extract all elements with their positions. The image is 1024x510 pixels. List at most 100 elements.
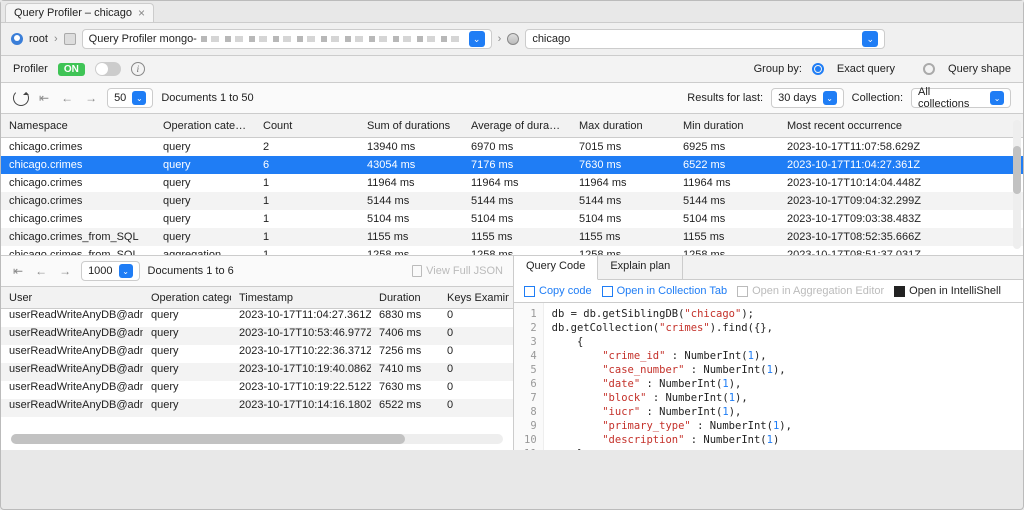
code-actions-bar: Copy code Open in Collection Tab Open in…: [514, 280, 1023, 303]
next-page-button[interactable]: →: [83, 91, 99, 105]
profiler-label: Profiler: [13, 63, 48, 75]
connection-select[interactable]: Query Profiler mongo- ⌄: [82, 29, 492, 49]
table-row[interactable]: chicago.crimes_from_SQLquery11155 ms1155…: [1, 228, 1023, 246]
table-row[interactable]: chicago.crimesquery15144 ms5144 ms5144 m…: [1, 192, 1023, 210]
open-intellishell-button[interactable]: Open in IntelliShell: [894, 285, 1001, 297]
code-panel: Query Code Explain plan Copy code Open i…: [514, 256, 1023, 450]
prev-page-button[interactable]: ←: [59, 91, 75, 105]
detail-panel: ⇤ ← → 1000 ⌄ Documents 1 to 6 View Full …: [1, 256, 514, 450]
refresh-icon[interactable]: [13, 90, 29, 106]
detail-page-size-select[interactable]: 1000 ⌄: [81, 261, 139, 281]
table-row[interactable]: userReadWriteAnyDB@adminquery2023-10-17T…: [1, 363, 513, 381]
th-namespace[interactable]: Namespace: [1, 120, 155, 132]
server-icon: [64, 33, 76, 45]
document-icon: [412, 265, 422, 277]
code-content[interactable]: db = db.getSiblingDB("chicago"); db.getC…: [544, 303, 1023, 450]
chevron-right-icon: ›: [498, 33, 502, 45]
first-page-button[interactable]: ⇤: [11, 264, 25, 278]
doc-count: Documents 1 to 50: [161, 92, 253, 104]
breadcrumb-user[interactable]: root: [29, 33, 48, 45]
collection-value: All collections: [918, 86, 984, 110]
table-row[interactable]: userReadWriteAnyDB@adminquery2023-10-17T…: [1, 399, 513, 417]
chevron-down-icon[interactable]: ⌄: [119, 264, 133, 278]
table-row[interactable]: chicago.crimesquery643054 ms7176 ms7630 …: [1, 156, 1023, 174]
redacted-text: [201, 36, 465, 42]
results-last-select[interactable]: 30 days ⌄: [771, 88, 844, 108]
th-opcat[interactable]: Operation category: [155, 120, 255, 132]
detail-split: ⇤ ← → 1000 ⌄ Documents 1 to 6 View Full …: [1, 256, 1023, 450]
detail-doc-count: Documents 1 to 6: [148, 265, 234, 277]
collection-label: Collection:: [852, 92, 903, 104]
detail-page-size: 1000: [88, 265, 112, 277]
tab-query-code[interactable]: Query Code: [514, 256, 598, 280]
chevron-down-icon[interactable]: ⌄: [990, 91, 1004, 105]
profiler-toolbar: Profiler ON i Group by: Exact query Quer…: [1, 56, 1023, 83]
table-header: Namespace Operation category Count Sum o…: [1, 114, 1023, 138]
th-opcat[interactable]: Operation category: [143, 292, 231, 304]
th-user[interactable]: User: [1, 292, 143, 304]
table-row[interactable]: chicago.crimesquery111964 ms11964 ms1196…: [1, 174, 1023, 192]
radio-exact-query[interactable]: [812, 63, 824, 75]
results-last-value: 30 days: [778, 92, 817, 104]
th-max[interactable]: Max duration: [571, 120, 675, 132]
user-icon: [11, 33, 23, 45]
profiler-toggle[interactable]: [95, 62, 121, 76]
chevron-down-icon[interactable]: ⌄: [132, 91, 146, 105]
radio-exact-label[interactable]: Exact query: [837, 63, 895, 75]
prev-page-button[interactable]: ←: [33, 264, 49, 278]
page-size-select[interactable]: 50 ⌄: [107, 88, 153, 108]
table-row[interactable]: userReadWriteAnyDB@adminquery2023-10-17T…: [1, 345, 513, 363]
view-full-json-label: View Full JSON: [426, 265, 503, 277]
horizontal-scrollbar[interactable]: [11, 434, 503, 444]
collection-select[interactable]: All collections ⌄: [911, 88, 1011, 108]
copy-code-button[interactable]: Copy code: [524, 285, 592, 297]
chevron-down-icon[interactable]: ⌄: [469, 31, 485, 47]
database-value: chicago: [532, 33, 570, 45]
window-tabbar: Query Profiler – chicago ×: [1, 1, 1023, 23]
copy-icon: [524, 286, 535, 297]
database-select[interactable]: chicago ⌄: [525, 29, 885, 49]
profiler-on-badge: ON: [58, 63, 85, 76]
th-ts[interactable]: Timestamp: [231, 292, 371, 304]
th-avg[interactable]: Average of durations: [463, 120, 571, 132]
table-row[interactable]: userReadWriteAnyDB@adminquery2023-10-17T…: [1, 309, 513, 327]
table-row[interactable]: chicago.crimesquery213940 ms6970 ms7015 …: [1, 138, 1023, 156]
tab-explain-plan[interactable]: Explain plan: [598, 256, 683, 279]
table-row[interactable]: userReadWriteAnyDB@adminquery2023-10-17T…: [1, 381, 513, 399]
th-dur[interactable]: Duration: [371, 292, 439, 304]
th-keys[interactable]: Keys Examined: [439, 292, 509, 304]
main-filterbar: ⇤ ← → 50 ⌄ Documents 1 to 50 Results for…: [1, 83, 1023, 114]
line-gutter: 1 2 3 4 5 6 7 8 9 10 11 12 13 14 15: [514, 303, 544, 450]
radio-query-shape[interactable]: [923, 63, 935, 75]
radio-shape-label[interactable]: Query shape: [948, 63, 1011, 75]
close-icon[interactable]: ×: [138, 7, 145, 19]
detail-toolbar: ⇤ ← → 1000 ⌄ Documents 1 to 6 View Full …: [1, 256, 513, 287]
chevron-down-icon[interactable]: ⌄: [862, 31, 878, 47]
vertical-scrollbar[interactable]: [1013, 120, 1021, 249]
table-row[interactable]: chicago.crimes_from_SQLaggregation11258 …: [1, 246, 1023, 256]
code-tabs: Query Code Explain plan: [514, 256, 1023, 280]
view-full-json-button[interactable]: View Full JSON: [412, 265, 503, 277]
next-page-button[interactable]: →: [57, 264, 73, 278]
th-min[interactable]: Min duration: [675, 120, 779, 132]
th-recent[interactable]: Most recent occurrence: [779, 120, 987, 132]
collection-icon: [602, 286, 613, 297]
detail-header: User Operation category Timestamp Durati…: [1, 287, 513, 309]
first-page-button[interactable]: ⇤: [37, 91, 51, 105]
info-icon[interactable]: i: [131, 62, 145, 76]
chevron-down-icon[interactable]: ⌄: [823, 91, 837, 105]
table-row[interactable]: userReadWriteAnyDB@adminquery2023-10-17T…: [1, 327, 513, 345]
open-collection-button[interactable]: Open in Collection Tab: [602, 285, 727, 297]
breadcrumb: root › Query Profiler mongo- ⌄ › chicago…: [1, 23, 1023, 56]
code-area[interactable]: 1 2 3 4 5 6 7 8 9 10 11 12 13 14 15 db =…: [514, 303, 1023, 450]
window-tab[interactable]: Query Profiler – chicago ×: [5, 3, 154, 22]
open-aggregation-button: Open in Aggregation Editor: [737, 285, 884, 297]
connection-label: Query Profiler mongo-: [89, 33, 197, 45]
table-row[interactable]: chicago.crimesquery15104 ms5104 ms5104 m…: [1, 210, 1023, 228]
chevron-right-icon: ›: [54, 33, 58, 45]
aggregation-icon: [737, 286, 748, 297]
database-icon: [507, 33, 519, 45]
page-size-value: 50: [114, 92, 126, 104]
th-count[interactable]: Count: [255, 120, 359, 132]
th-sum[interactable]: Sum of durations: [359, 120, 463, 132]
